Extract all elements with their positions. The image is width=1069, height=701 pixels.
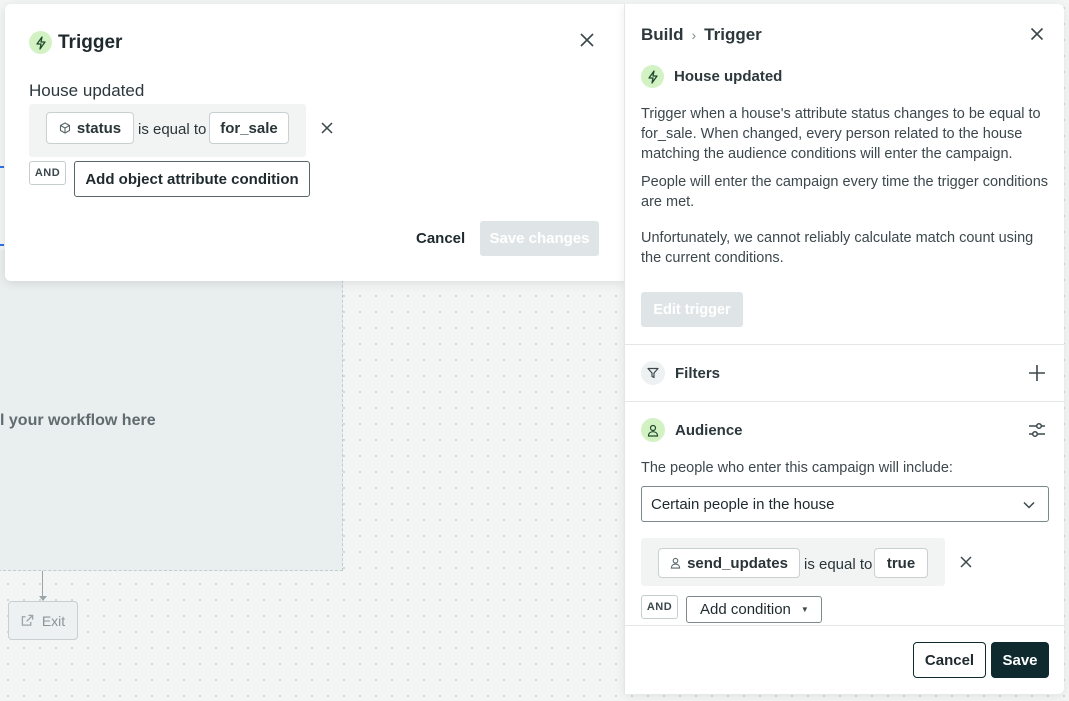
breadcrumb-trigger: Trigger — [704, 25, 762, 44]
match-count-notice: Unfortunately, we cannot reliably calcul… — [641, 230, 1034, 266]
trigger-frequency-text: People will enter the campaign every tim… — [641, 174, 1049, 210]
audience-intro: The people who enter this campaign will … — [641, 460, 953, 476]
and-badge: AND — [641, 595, 678, 619]
modal-header: Trigger — [29, 31, 122, 54]
canvas-selection-line — [0, 244, 4, 246]
chevron-down-icon — [1023, 501, 1035, 509]
audience-value-chip[interactable]: true — [874, 548, 928, 578]
audience-header: Audience — [641, 418, 743, 442]
remove-condition-icon[interactable] — [320, 121, 334, 135]
divider — [625, 344, 1065, 345]
divider — [625, 401, 1065, 402]
trigger-summary-header: House updated — [641, 65, 782, 88]
add-object-attribute-condition-button[interactable]: Add object attribute condition — [74, 161, 310, 197]
divider — [625, 625, 1065, 626]
plus-icon[interactable] — [1027, 363, 1047, 383]
attribute-name: status — [76, 119, 122, 137]
condition-row: status is equal to for_sale — [29, 104, 306, 157]
sliders-icon[interactable] — [1027, 420, 1047, 440]
caret-down-icon: ▼ — [800, 605, 809, 614]
attribute-chip[interactable]: status — [46, 112, 134, 144]
bolt-icon — [641, 65, 664, 88]
and-badge: AND — [29, 161, 66, 185]
trigger-modal: Trigger House updated status is equal to… — [5, 4, 625, 281]
filters-label: Filters — [675, 364, 721, 382]
close-icon[interactable] — [578, 31, 596, 49]
cancel-button[interactable]: Cancel — [913, 642, 986, 678]
audience-attribute-name: send_updates — [687, 554, 788, 572]
remove-audience-condition-icon[interactable] — [959, 555, 973, 569]
save-button[interactable]: Save — [991, 642, 1049, 678]
exit-node[interactable]: Exit — [8, 601, 78, 640]
modal-title: Trigger — [58, 31, 123, 53]
chevron-right-icon: › — [691, 27, 697, 43]
person-icon — [670, 557, 681, 569]
value-chip[interactable]: for_sale — [209, 112, 289, 144]
audience-select[interactable]: Certain people in the house — [641, 486, 1049, 522]
audience-attribute-chip[interactable]: send_updates — [658, 548, 800, 578]
cancel-button[interactable]: Cancel — [416, 230, 465, 247]
close-icon[interactable] — [1029, 26, 1045, 42]
person-icon — [641, 418, 665, 442]
workflow-drop-text: l your workflow here — [0, 412, 156, 429]
breadcrumb: Build › Trigger — [641, 25, 762, 45]
audience-condition-row: send_updates is equal to true — [641, 538, 945, 586]
audience-label: Audience — [675, 421, 743, 439]
canvas-selection-line — [0, 166, 4, 168]
trigger-summary-title: House updated — [674, 68, 783, 85]
connector-line — [42, 571, 43, 599]
save-changes-button[interactable]: Save changes — [480, 221, 599, 256]
edit-trigger-button[interactable]: Edit trigger — [641, 292, 743, 327]
exit-label: Exit — [41, 612, 66, 629]
add-condition-label: Add condition — [700, 601, 791, 618]
workflow-drop-zone[interactable] — [0, 250, 343, 571]
breadcrumb-build[interactable]: Build — [641, 25, 684, 45]
funnel-icon — [641, 361, 665, 385]
value-text: for_sale — [220, 119, 278, 137]
operator-text: is equal to — [138, 121, 207, 138]
audience-select-value: Certain people in the house — [651, 495, 835, 513]
cube-icon — [59, 122, 70, 134]
add-condition-button[interactable]: Add condition ▼ — [686, 596, 822, 623]
trigger-side-panel: Build › Trigger House updated Trigger wh… — [624, 4, 1065, 694]
filters-header: Filters — [641, 361, 720, 385]
audience-operator-text: is equal to — [804, 556, 873, 573]
bolt-icon — [29, 31, 52, 54]
trigger-description: Trigger when a house's attribute status … — [641, 106, 1041, 162]
audience-value-text: true — [886, 554, 916, 572]
trigger-event-title: House updated — [29, 81, 145, 100]
external-link-icon — [21, 614, 34, 626]
